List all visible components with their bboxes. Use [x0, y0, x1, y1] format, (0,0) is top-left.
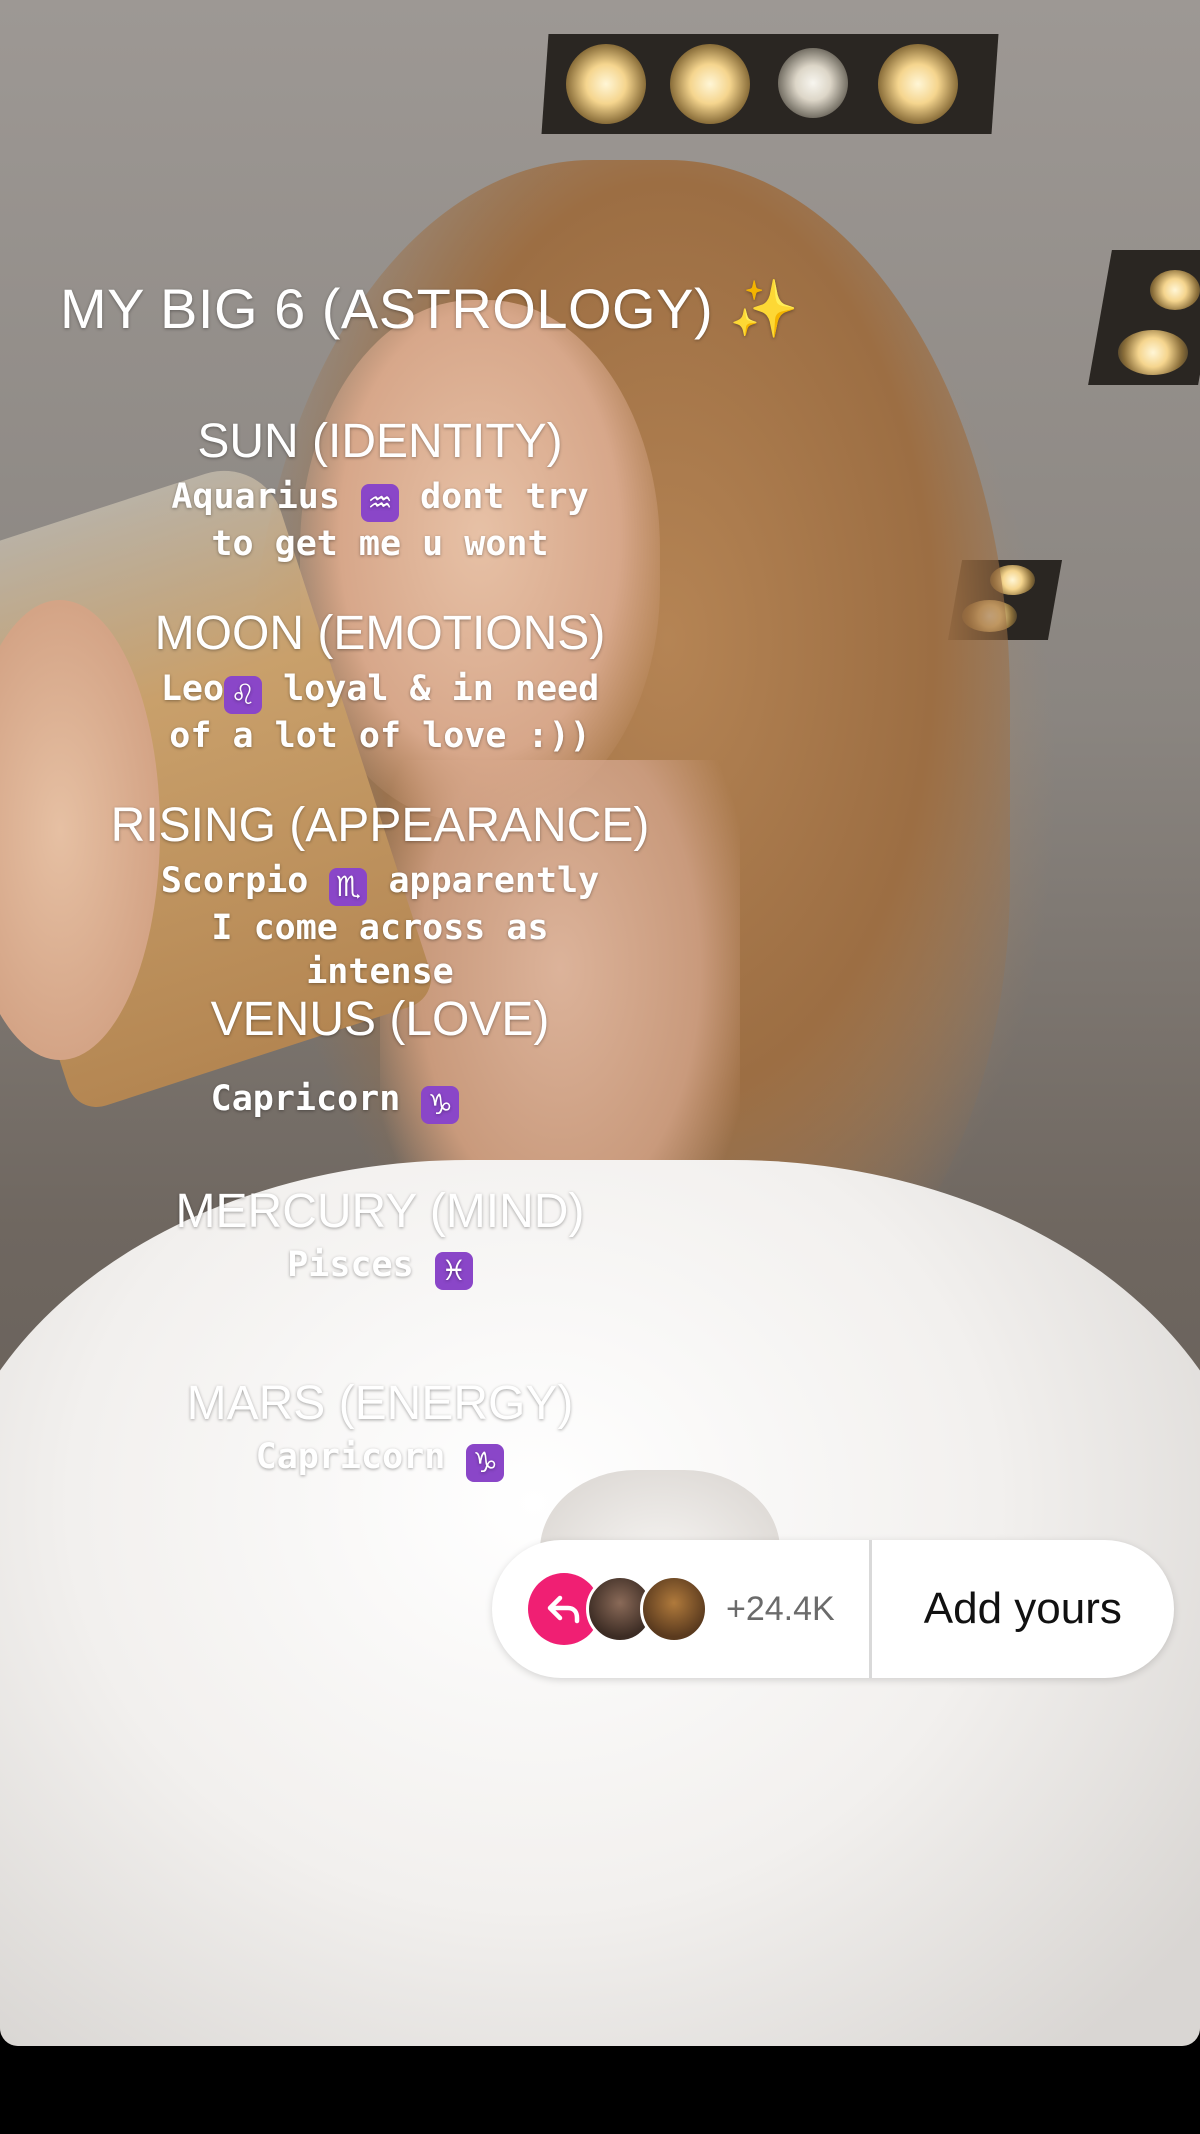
- section-heading: MERCURY (MIND): [175, 1185, 585, 1238]
- capricorn-icon: ♑: [466, 1444, 505, 1482]
- section-line: Leo ♌ loyal & in need: [130, 667, 630, 714]
- scorpio-icon: ♏: [329, 868, 368, 906]
- section-line: Pisces ♓: [130, 1243, 630, 1290]
- section-heading: MOON (EMOTIONS): [154, 607, 606, 660]
- mercury-section: MERCURY (MIND) Pisces ♓: [130, 1184, 630, 1290]
- ceiling-light: [778, 48, 848, 118]
- section-line: I come across as: [211, 908, 549, 948]
- ceiling-light: [670, 44, 750, 124]
- mars-section: MARS (ENERGY) Capricorn ♑: [130, 1376, 630, 1482]
- add-yours-button[interactable]: Add yours: [872, 1584, 1174, 1634]
- sun-section: SUN (IDENTITY) Aquarius ♒ dont try to ge…: [130, 414, 630, 566]
- section-heading: SUN (IDENTITY): [197, 415, 563, 468]
- story-frame[interactable]: MY BIG 6 (ASTROLOGY) ✨ SUN (IDENTITY) Aq…: [0, 0, 1200, 2046]
- leo-icon: ♌: [224, 676, 263, 714]
- section-line: to get me u wont: [211, 524, 549, 564]
- aquarius-icon: ♒: [361, 484, 399, 522]
- title-text: MY BIG 6 (ASTROLOGY): [60, 277, 714, 340]
- section-heading: RISING (APPEARANCE): [110, 799, 650, 852]
- ceiling-light: [878, 44, 958, 124]
- section-line: of a lot of love :)): [169, 716, 591, 756]
- section-line: Aquarius ♒ dont try: [130, 475, 630, 522]
- moon-section: MOON (EMOTIONS) Leo ♌ loyal & in need of …: [130, 606, 630, 758]
- venus-section: VENUS (LOVE) Capricorn ♑: [130, 992, 630, 1124]
- section-line: intense: [306, 952, 454, 992]
- section-line: Capricorn ♑: [40, 1077, 630, 1124]
- ceiling-light: [1118, 330, 1188, 375]
- section-heading: VENUS (LOVE): [210, 993, 550, 1046]
- section-heading: MARS (ENERGY): [186, 1377, 574, 1430]
- section-line: Capricorn ♑: [130, 1435, 630, 1482]
- section-line: Scorpio ♏ apparently: [90, 859, 670, 906]
- sparkles-icon: ✨: [729, 277, 800, 340]
- participant-avatar: [640, 1575, 708, 1643]
- story-title: MY BIG 6 (ASTROLOGY) ✨: [60, 276, 799, 342]
- participants-count: +24.4K: [726, 1589, 835, 1628]
- ceiling-light: [566, 44, 646, 124]
- ceiling-light: [1150, 270, 1200, 310]
- rising-section: RISING (APPEARANCE) Scorpio ♏ apparently…: [90, 798, 670, 994]
- pisces-icon: ♓: [434, 1252, 473, 1290]
- add-yours-sticker[interactable]: +24.4K Add yours: [492, 1540, 1174, 1678]
- capricorn-icon: ♑: [421, 1086, 460, 1124]
- reply-arrow-icon: [547, 1595, 580, 1624]
